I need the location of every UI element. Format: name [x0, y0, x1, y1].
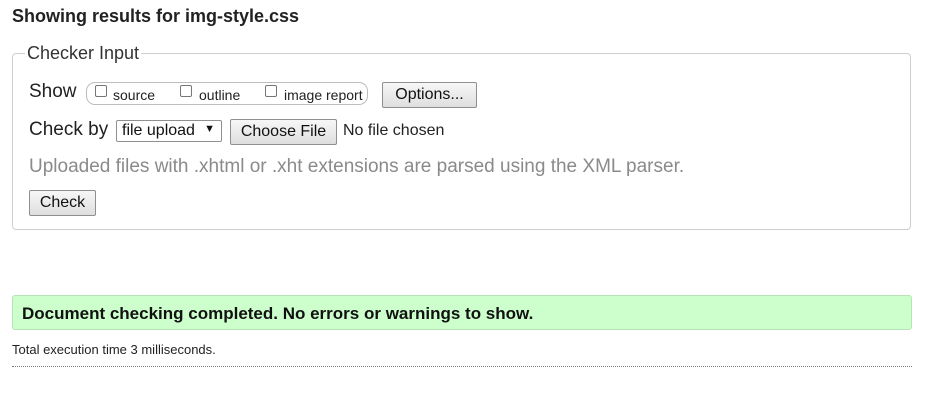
- execution-time-text: Total execution time 3 milliseconds.: [12, 342, 216, 357]
- show-label: Show: [29, 81, 77, 102]
- outline-checkbox[interactable]: [180, 85, 192, 97]
- check-by-select[interactable]: file upload ▼: [116, 120, 222, 142]
- source-checkbox-label[interactable]: source: [113, 87, 155, 103]
- choose-file-button[interactable]: Choose File: [230, 119, 337, 145]
- image-report-checkbox-label[interactable]: image report: [284, 87, 363, 103]
- options-button[interactable]: Options...: [382, 82, 477, 108]
- checker-input-legend: Checker Input: [25, 43, 142, 63]
- outline-checkbox-label[interactable]: outline: [199, 87, 240, 103]
- check-by-selected-value: file upload: [122, 122, 195, 139]
- success-message: Document checking completed. No errors o…: [22, 304, 534, 323]
- check-by-label: Check by: [29, 119, 109, 140]
- image-report-checkbox[interactable]: [265, 85, 277, 97]
- page-heading: Showing results for img-style.css: [12, 6, 300, 26]
- divider: [12, 366, 912, 367]
- source-checkbox[interactable]: [95, 85, 107, 97]
- dropdown-arrow-icon: ▼: [204, 123, 215, 135]
- checker-input-fieldset: Checker Input Show source outline image …: [12, 43, 911, 230]
- check-button[interactable]: Check: [29, 190, 96, 216]
- success-message-box: Document checking completed. No errors o…: [12, 295, 912, 330]
- upload-help-text: Uploaded files with .xhtml or .xht exten…: [29, 156, 685, 177]
- show-options-group: source outline image report: [86, 82, 368, 105]
- file-status-text: No file chosen: [343, 122, 445, 139]
